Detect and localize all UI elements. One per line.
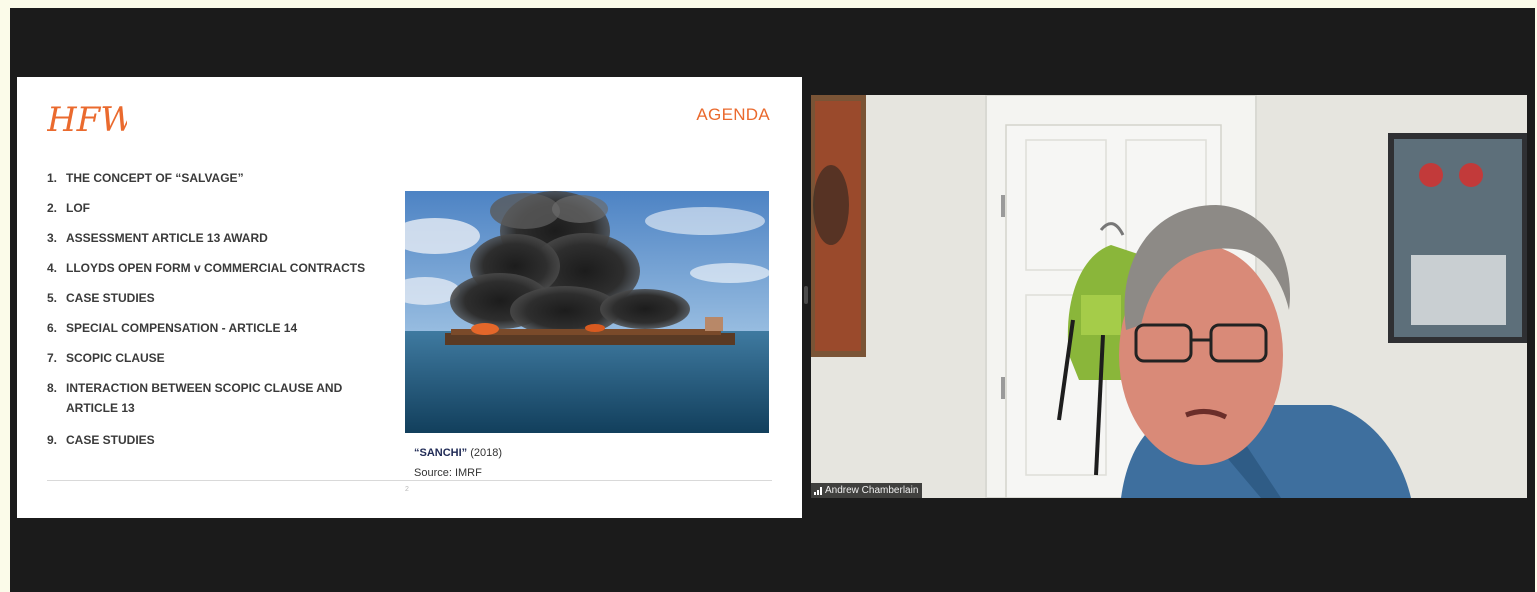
- agenda-item: 4. LLOYDS OPEN FORM v COMMERCIAL CONTRACT…: [47, 261, 366, 275]
- photo-caption: “SANCHI” (2018) Source: IMRF: [414, 443, 502, 483]
- shared-screen-slide: HFW AGENDA 1. THE CONCEPT OF “SALVAGE” 2.…: [17, 77, 802, 518]
- signal-bars-icon: [814, 486, 822, 495]
- svg-text:HFW: HFW: [47, 100, 127, 139]
- agenda-item: 2. LOF: [47, 201, 90, 215]
- burning-tanker-photo: [405, 191, 769, 433]
- agenda-item: 5. CASE STUDIES: [47, 291, 155, 305]
- caption-year: (2018): [467, 447, 503, 459]
- participant-video-tile[interactable]: Andrew Chamberlain: [811, 95, 1527, 498]
- hfw-logo: HFW: [47, 100, 127, 139]
- slide-title: AGENDA: [696, 105, 770, 124]
- participant-name: Andrew Chamberlain: [825, 485, 919, 496]
- agenda-item: 8. INTERACTION BETWEEN SCOPIC CLAUSE AND …: [47, 381, 343, 415]
- footer-divider: [47, 480, 772, 481]
- caption-ship-name: “SANCHI”: [414, 447, 468, 459]
- agenda-item: 7. SCOPIC CLAUSE: [47, 351, 165, 365]
- agenda-item: 9. CASE STUDIES: [47, 433, 155, 447]
- agenda-item: 6. SPECIAL COMPENSATION - ARTICLE 14: [47, 321, 298, 335]
- split-resize-handle[interactable]: [804, 286, 808, 304]
- agenda-item: 3. ASSESSMENT ARTICLE 13 AWARD: [47, 231, 268, 245]
- slide-page-number: 2: [405, 486, 409, 493]
- agenda-item: 1. THE CONCEPT OF “SALVAGE”: [47, 171, 244, 185]
- video-frame: [811, 95, 1527, 498]
- participant-name-tag: Andrew Chamberlain: [811, 483, 923, 498]
